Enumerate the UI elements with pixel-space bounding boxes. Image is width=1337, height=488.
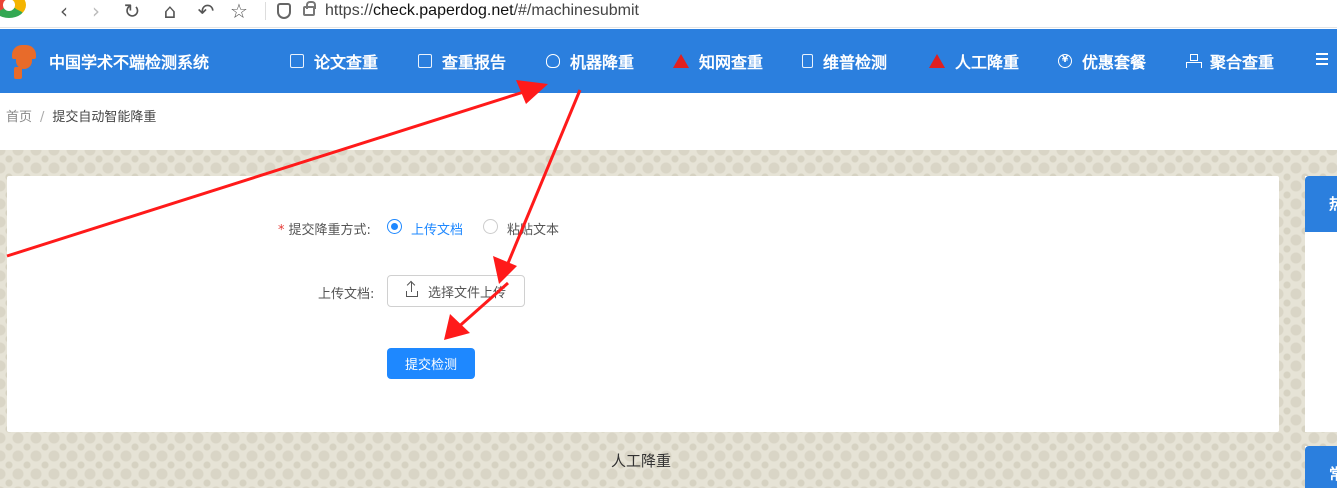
nav-item-discount-package[interactable]: ¥ 优惠套餐 xyxy=(1058,49,1146,73)
shield-icon[interactable] xyxy=(277,3,291,19)
report-icon xyxy=(418,54,432,68)
back-icon[interactable]: ‹ xyxy=(52,0,76,24)
upload-icon xyxy=(405,282,418,297)
required-mark: * xyxy=(278,223,285,238)
forward-icon[interactable]: › xyxy=(84,0,108,24)
choose-file-button[interactable]: 选择文件上传 xyxy=(387,275,525,307)
submit-check-button[interactable]: 提交检测 xyxy=(387,348,475,379)
choose-file-label: 选择文件上传 xyxy=(427,285,506,301)
sidebar-card-hot: 热 xyxy=(1305,176,1337,432)
method-label: * 提交降重方式: xyxy=(278,219,371,238)
nav-item-check-report[interactable]: 查重报告 xyxy=(418,49,506,73)
nav-item-vip-check[interactable]: 维普检测 xyxy=(802,49,887,73)
nav-item-aggregate-check[interactable]: 聚合查重 xyxy=(1186,49,1274,73)
browser-logo-icon xyxy=(0,0,26,18)
undo-icon[interactable]: ↶ xyxy=(194,0,218,24)
yen-icon: ¥ xyxy=(1058,54,1072,68)
upload-label: 上传文档: xyxy=(318,287,375,302)
home-icon[interactable]: ⌂ xyxy=(158,0,182,24)
toolbar-divider xyxy=(265,2,266,20)
sidebar-card-common-header: 常 xyxy=(1305,446,1337,488)
breadcrumb-current: 提交自动智能降重 xyxy=(52,110,157,125)
nav-item-manual-rewrite[interactable]: 人工降重 xyxy=(929,49,1019,73)
submit-form-card xyxy=(7,176,1279,432)
cnki-icon xyxy=(929,54,945,68)
robot-icon xyxy=(546,54,560,68)
radio-paste-label[interactable]: 粘贴文本 xyxy=(507,219,559,238)
more-menu-icon[interactable] xyxy=(1314,53,1328,67)
section-title-manual-rewrite: 人工降重 xyxy=(611,452,672,470)
nav-item-label: 优惠套餐 xyxy=(1082,53,1147,72)
url-host: check.paperdog.net xyxy=(373,2,514,19)
radio-paste-text[interactable] xyxy=(483,219,498,234)
file-icon xyxy=(802,54,813,68)
site-logo-icon[interactable] xyxy=(12,45,36,79)
breadcrumb-separator: / xyxy=(40,110,45,125)
cnki-icon xyxy=(673,54,689,68)
document-search-icon xyxy=(290,54,304,68)
method-label-text: 提交降重方式: xyxy=(288,223,371,238)
sidebar-card-common: 常 xyxy=(1305,446,1337,488)
breadcrumb: 首页 / 提交自动智能降重 xyxy=(6,106,156,125)
sidebar-card-hot-header: 热 xyxy=(1305,176,1337,232)
breadcrumb-home[interactable]: 首页 xyxy=(6,110,32,125)
radio-upload-label[interactable]: 上传文档 xyxy=(411,219,463,238)
url-scheme: https:// xyxy=(325,2,374,19)
address-bar[interactable]: https://check.paperdog.net/#/machinesubm… xyxy=(325,0,639,22)
browser-toolbar: ‹ › ↻ ⌂ ↶ ☆ https://check.paperdog.net/#… xyxy=(0,0,1337,28)
nav-item-label: 知网查重 xyxy=(699,53,764,72)
nav-item-label: 人工降重 xyxy=(955,53,1020,72)
nav-item-label: 聚合查重 xyxy=(1210,53,1275,72)
reload-icon[interactable]: ↻ xyxy=(120,0,144,24)
bookmark-star-icon[interactable]: ☆ xyxy=(227,0,251,24)
nav-item-label: 查重报告 xyxy=(442,53,507,72)
top-navigation: 中国学术不端检测系统 论文查重 查重报告 机器降重 知网查重 维普检测 人工降重… xyxy=(0,29,1337,93)
site-title[interactable]: 中国学术不端检测系统 xyxy=(49,49,209,73)
nav-item-label: 论文查重 xyxy=(314,53,379,72)
nav-item-paper-check[interactable]: 论文查重 xyxy=(290,49,378,73)
nav-item-machine-rewrite[interactable]: 机器降重 xyxy=(546,49,634,73)
lock-icon[interactable] xyxy=(303,1,316,16)
url-path: /#/machinesubmit xyxy=(513,2,639,19)
radio-upload-document[interactable] xyxy=(387,219,402,234)
nav-item-label: 机器降重 xyxy=(570,53,635,72)
nav-item-cnki-check[interactable]: 知网查重 xyxy=(673,49,763,73)
tree-icon xyxy=(1186,54,1202,68)
nav-item-label: 维普检测 xyxy=(823,53,888,72)
